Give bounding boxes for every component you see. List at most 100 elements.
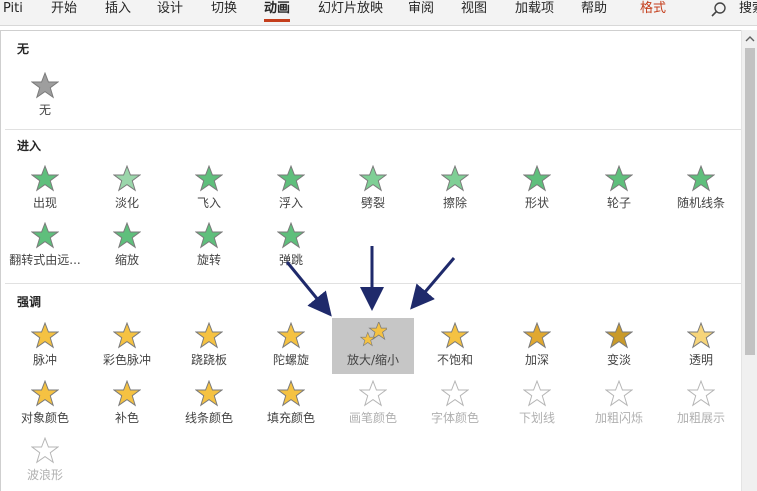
star-swivel-icon — [195, 222, 223, 249]
effect-tile[interactable]: 对象颜色 — [4, 376, 86, 432]
effect-tile[interactable]: 放大/缩小 — [332, 318, 414, 374]
effect-label: 出现 — [32, 196, 57, 210]
tab-piti[interactable]: Piti — [3, 0, 23, 22]
star-underline-icon — [523, 380, 551, 407]
effect-tile[interactable]: 淡化 — [86, 161, 168, 217]
star-color-pulse-icon — [113, 322, 141, 349]
effect-label: 轮子 — [606, 196, 631, 210]
effect-tile[interactable]: 彩色脉冲 — [86, 318, 168, 374]
effect-label: 补色 — [114, 411, 139, 425]
effect-label: 劈裂 — [360, 196, 385, 210]
star-darken-icon — [523, 322, 551, 349]
effect-tile[interactable]: 弹跳 — [250, 218, 332, 274]
effect-label: 脉冲 — [32, 353, 57, 367]
tab-review[interactable]: 审阅 — [408, 0, 434, 22]
star-zoom-icon — [113, 222, 141, 249]
section-header-entrance: 进入 — [17, 139, 42, 153]
effect-label: 浮入 — [278, 196, 303, 210]
effect-tile[interactable]: 字体颜色 — [414, 376, 496, 432]
effect-tile[interactable]: 翻转式由远... — [4, 218, 86, 274]
effect-label: 放大/缩小 — [346, 353, 400, 367]
ribbon-tab-bar: Piti 开始 插入 设计 切换 动画 幻灯片放映 审阅 视图 加载项 帮助 格… — [0, 0, 757, 26]
effect-tile[interactable]: 擦除 — [414, 161, 496, 217]
effect-label: 变淡 — [606, 353, 631, 367]
star-fade-icon — [113, 165, 141, 192]
effect-label: 加粗闪烁 — [594, 411, 643, 425]
star-bold-flash-icon — [605, 380, 633, 407]
section-divider — [5, 283, 741, 284]
section-header-none: 无 — [17, 42, 30, 56]
tab-home[interactable]: 开始 — [51, 0, 77, 22]
effect-label: 下划线 — [518, 411, 555, 425]
effect-tile[interactable]: 陀螺旋 — [250, 318, 332, 374]
effect-label: 跷跷板 — [190, 353, 227, 367]
star-fly-in-icon — [195, 165, 223, 192]
search-icon[interactable] — [710, 1, 728, 19]
effect-tile[interactable]: 加粗闪烁 — [578, 376, 660, 432]
effect-label: 缩放 — [114, 253, 139, 267]
tab-add-ins[interactable]: 加载项 — [515, 0, 554, 22]
effect-label: 不饱和 — [436, 353, 473, 367]
tab-format[interactable]: 格式 — [640, 0, 666, 22]
effect-label: 无 — [38, 103, 51, 117]
star-bold-reveal-icon — [687, 380, 715, 407]
star-pulse-icon — [31, 322, 59, 349]
effect-tile[interactable]: 出现 — [4, 161, 86, 217]
effect-tile[interactable]: 飞入 — [168, 161, 250, 217]
effect-tile[interactable]: 跷跷板 — [168, 318, 250, 374]
star-complementary-color-icon — [113, 380, 141, 407]
tab-animations[interactable]: 动画 — [264, 0, 291, 22]
effect-label: 翻转式由远... — [9, 253, 81, 267]
effect-tile[interactable]: 波浪形 — [4, 433, 86, 489]
effect-label: 形状 — [524, 196, 549, 210]
effect-label: 线条颜色 — [184, 411, 233, 425]
effect-tile[interactable]: 变淡 — [578, 318, 660, 374]
star-teeter-icon — [195, 322, 223, 349]
scroll-up-arrow-icon[interactable] — [744, 33, 756, 45]
tab-insert[interactable]: 插入 — [105, 0, 131, 22]
star-grow-shrink-icon — [359, 322, 387, 347]
effect-tile[interactable]: 形状 — [496, 161, 578, 217]
effect-tile[interactable]: 劈裂 — [332, 161, 414, 217]
star-transparency-icon — [687, 322, 715, 349]
effect-label: 擦除 — [442, 196, 467, 210]
effect-label: 随机线条 — [676, 196, 725, 210]
effect-tile[interactable]: 轮子 — [578, 161, 660, 217]
tab-slide-show[interactable]: 幻灯片放映 — [318, 0, 383, 22]
effect-tile[interactable]: 画笔颜色 — [332, 376, 414, 432]
tab-design[interactable]: 设计 — [157, 0, 183, 22]
star-wheel-icon — [605, 165, 633, 192]
star-fill-color-icon — [277, 380, 305, 407]
effect-tile[interactable]: 不饱和 — [414, 318, 496, 374]
vertical-scrollbar[interactable] — [741, 30, 757, 491]
star-float-in-icon — [277, 165, 305, 192]
effect-tile[interactable]: 填充颜色 — [250, 376, 332, 432]
effect-tile[interactable]: 线条颜色 — [168, 376, 250, 432]
effect-tile[interactable]: 补色 — [86, 376, 168, 432]
effect-label: 加深 — [524, 353, 549, 367]
effect-tile[interactable]: 随机线条 — [660, 161, 742, 217]
effect-tile[interactable]: 加粗展示 — [660, 376, 742, 432]
tab-view[interactable]: 视图 — [461, 0, 487, 22]
effect-label: 画笔颜色 — [348, 411, 397, 425]
effect-label: 淡化 — [114, 196, 139, 210]
effect-tile[interactable]: 透明 — [660, 318, 742, 374]
effect-tile[interactable]: 旋转 — [168, 218, 250, 274]
effect-label: 陀螺旋 — [272, 353, 309, 367]
star-appear-icon — [31, 165, 59, 192]
star-split-icon — [359, 165, 387, 192]
search-label[interactable]: 搜索 — [739, 0, 757, 18]
star-lighten-icon — [605, 322, 633, 349]
scrollbar-thumb[interactable] — [745, 48, 755, 355]
effect-tile[interactable]: 浮入 — [250, 161, 332, 217]
effect-label: 弹跳 — [278, 253, 303, 267]
effect-tile[interactable]: 缩放 — [86, 218, 168, 274]
tab-help[interactable]: 帮助 — [581, 0, 607, 22]
effect-label: 加粗展示 — [676, 411, 725, 425]
effect-tile[interactable]: 下划线 — [496, 376, 578, 432]
tab-transitions[interactable]: 切换 — [211, 0, 237, 22]
star-none-icon — [31, 72, 59, 99]
effect-tile[interactable]: 脉冲 — [4, 318, 86, 374]
effect-tile[interactable]: 加深 — [496, 318, 578, 374]
effect-tile[interactable]: 无 — [4, 68, 86, 124]
